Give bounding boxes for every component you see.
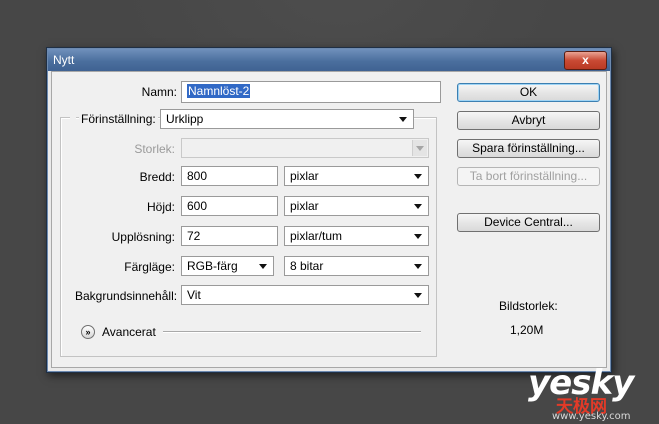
preset-select[interactable]: Urklipp xyxy=(160,109,414,129)
width-label: Bredd: xyxy=(139,170,175,184)
resolution-label: Upplösning: xyxy=(111,230,175,244)
width-unit-value: pixlar xyxy=(290,169,319,183)
size-select[interactable] xyxy=(181,138,429,158)
background-label: Bakgrundsinnehåll: xyxy=(75,289,178,303)
height-unit-select[interactable]: pixlar xyxy=(284,196,429,216)
background-value: Vit xyxy=(187,288,201,302)
chevron-down-icon xyxy=(414,174,422,179)
width-unit-select[interactable]: pixlar xyxy=(284,166,429,186)
background-select[interactable]: Vit xyxy=(181,285,429,305)
close-icon: x xyxy=(582,53,589,67)
new-document-dialog: Nytt x Namn: Namnlöst-2 Förinställning: … xyxy=(46,47,612,373)
width-value: 800 xyxy=(187,169,208,183)
window-title: Nytt xyxy=(53,53,75,67)
color-mode-select[interactable]: RGB-färg xyxy=(181,256,274,276)
delete-preset-button[interactable]: Ta bort förinställning... xyxy=(457,167,600,186)
resolution-unit-value: pixlar/tum xyxy=(290,229,343,243)
device-central-button[interactable]: Device Central... xyxy=(457,213,600,232)
cancel-button[interactable]: Avbryt xyxy=(457,111,600,130)
name-field[interactable]: Namnlöst-2 xyxy=(181,81,441,103)
width-field[interactable]: 800 xyxy=(181,166,278,186)
preset-label-bg xyxy=(70,112,76,126)
preset-value: Urklipp xyxy=(166,112,204,126)
chevron-down-icon xyxy=(414,264,422,269)
chevron-down-icon xyxy=(259,264,267,269)
bit-depth-select[interactable]: 8 bitar xyxy=(284,256,429,276)
height-field[interactable]: 600 xyxy=(181,196,278,216)
chevron-down-icon xyxy=(416,146,424,151)
color-mode-label: Färgläge: xyxy=(124,260,175,274)
height-value: 600 xyxy=(187,199,208,213)
name-value: Namnlöst-2 xyxy=(187,84,251,98)
bit-depth-value: 8 bitar xyxy=(290,259,324,273)
advanced-label[interactable]: Avancerat xyxy=(102,325,156,339)
title-bar[interactable]: Nytt x xyxy=(48,49,610,71)
image-size-value: 1,20M xyxy=(510,323,544,337)
preset-label: Förinställning: xyxy=(79,112,158,126)
watermark-domain: www.yesky.com xyxy=(552,411,631,422)
height-label: Höjd: xyxy=(146,200,175,214)
size-label: Storlek: xyxy=(134,142,175,156)
chevron-down-icon xyxy=(414,204,422,209)
height-unit-value: pixlar xyxy=(290,199,319,213)
image-size-label: Bildstorlek: xyxy=(499,299,558,313)
advanced-divider xyxy=(163,331,421,333)
watermark-brand: yesky xyxy=(528,363,634,403)
chevron-down-icon xyxy=(414,234,422,239)
resolution-value: 72 xyxy=(187,229,201,243)
color-mode-value: RGB-färg xyxy=(187,259,238,273)
close-button[interactable]: x xyxy=(564,51,607,70)
resolution-unit-select[interactable]: pixlar/tum xyxy=(284,226,429,246)
chevron-double-down-icon[interactable]: » xyxy=(81,325,95,339)
name-label: Namn: xyxy=(141,85,177,99)
ok-button[interactable]: OK xyxy=(457,83,600,102)
chevron-down-icon xyxy=(399,117,407,122)
chevron-down-icon xyxy=(414,293,422,298)
save-preset-button[interactable]: Spara förinställning... xyxy=(457,139,600,158)
resolution-field[interactable]: 72 xyxy=(181,226,278,246)
